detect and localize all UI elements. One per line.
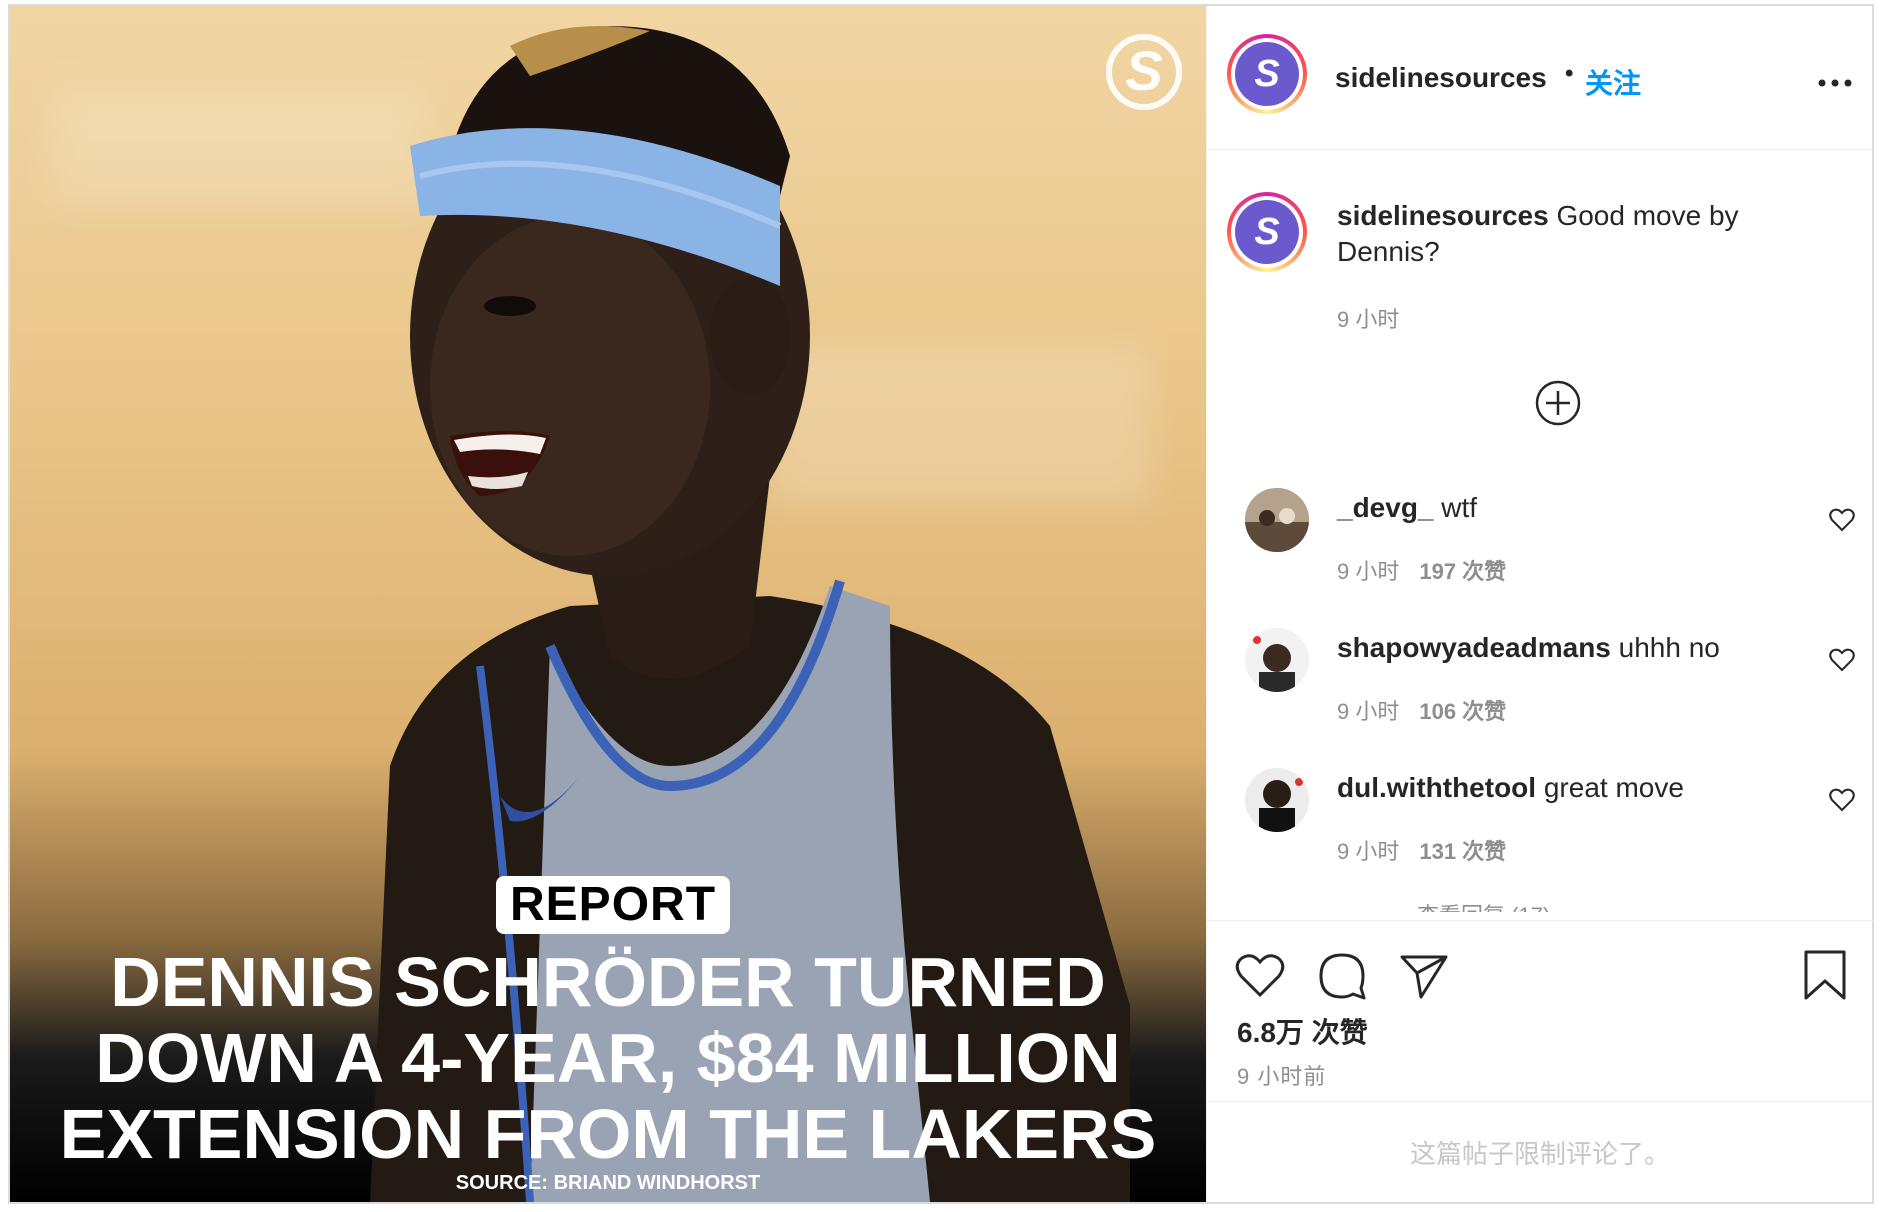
comment-username[interactable]: shapowyadeadmans: [1337, 632, 1611, 663]
comment-text: wtf: [1441, 492, 1478, 523]
comment-icon[interactable]: [1317, 951, 1367, 1001]
caption-avatar[interactable]: S: [1227, 192, 1307, 272]
likes-count[interactable]: 6.8万 次赞: [1237, 1011, 1368, 1051]
report-tag: REPORT: [496, 876, 731, 934]
comment-meta: 9 小时 106 次赞: [1337, 694, 1506, 726]
avatar-logo: S: [1235, 200, 1299, 264]
caption-username[interactable]: sidelinesources: [1337, 200, 1549, 231]
follow-button[interactable]: 关注: [1585, 62, 1641, 102]
comment-heart-icon[interactable]: [1829, 788, 1855, 812]
headline-line: DOWN A 4-YEAR, $84 MILLION: [95, 1019, 1121, 1097]
headline-line: EXTENSION FROM THE LAKERS: [59, 1095, 1157, 1173]
comment: _devg_ wtf: [1337, 492, 1477, 524]
commenter-avatar[interactable]: [1245, 768, 1309, 832]
post-header: S sidelinesources • 关注: [1207, 6, 1873, 150]
comment-username[interactable]: dul.withthetool: [1337, 772, 1536, 803]
caption: sidelinesources Good move by Dennis?: [1337, 198, 1837, 270]
comment-heart-icon[interactable]: [1829, 648, 1855, 672]
source-credit: SOURCE: BRIAND WINDHORST: [455, 1172, 761, 1194]
post-dialog: S REPORT DENNIS SCHRÖDER TURNED DOWN A 4…: [8, 4, 1874, 1204]
comment-meta: 9 小时 131 次赞: [1337, 834, 1506, 866]
author-avatar[interactable]: S: [1227, 34, 1307, 114]
comment-likes[interactable]: 106 次赞: [1419, 699, 1506, 724]
bookmark-icon[interactable]: [1803, 949, 1847, 1001]
comment: shapowyadeadmans uhhh no: [1337, 632, 1720, 664]
post-side-panel: S sidelinesources • 关注 S sidelinesources…: [1206, 6, 1873, 1202]
separator-dot: •: [1565, 60, 1574, 87]
commenter-avatar[interactable]: [1245, 628, 1309, 692]
comment-time[interactable]: 9 小时: [1337, 559, 1399, 584]
commenter-avatar[interactable]: [1245, 488, 1309, 552]
more-options-icon[interactable]: [1817, 78, 1853, 88]
plus-circle-icon[interactable]: [1535, 380, 1581, 426]
author-username[interactable]: sidelinesources: [1335, 62, 1547, 94]
post-time[interactable]: 9 小时前: [1237, 1059, 1326, 1091]
caption-time[interactable]: 9 小时: [1337, 302, 1399, 334]
comment-text: great move: [1543, 772, 1684, 803]
comment-heart-icon[interactable]: [1829, 508, 1855, 532]
headline: DENNIS SCHRÖDER TURNED DOWN A 4-YEAR, $8…: [50, 944, 1166, 1172]
comment-likes[interactable]: 131 次赞: [1419, 839, 1506, 864]
headline-line: DENNIS SCHRÖDER TURNED: [110, 943, 1106, 1021]
comment-username[interactable]: _devg_: [1337, 492, 1434, 523]
comment-time[interactable]: 9 小时: [1337, 699, 1399, 724]
sideline-sources-watermark-icon: S: [1106, 34, 1182, 110]
heart-icon[interactable]: [1235, 953, 1285, 999]
post-actions: 6.8万 次赞 9 小时前: [1207, 920, 1873, 1102]
avatar-logo: S: [1235, 42, 1299, 106]
comment-likes[interactable]: 197 次赞: [1419, 559, 1506, 584]
comment-time[interactable]: 9 小时: [1337, 839, 1399, 864]
view-replies-link[interactable]: 查看回复 (17): [1417, 898, 1550, 912]
comments-limited-notice: 这篇帖子限制评论了。: [1409, 1139, 1670, 1169]
paper-plane-icon[interactable]: [1399, 953, 1449, 999]
comment-meta: 9 小时 197 次赞: [1337, 554, 1506, 586]
comment-text: uhhh no: [1618, 632, 1720, 663]
post-image[interactable]: S REPORT DENNIS SCHRÖDER TURNED DOWN A 4…: [10, 6, 1206, 1202]
comment: dul.withthetool great move: [1337, 772, 1684, 804]
